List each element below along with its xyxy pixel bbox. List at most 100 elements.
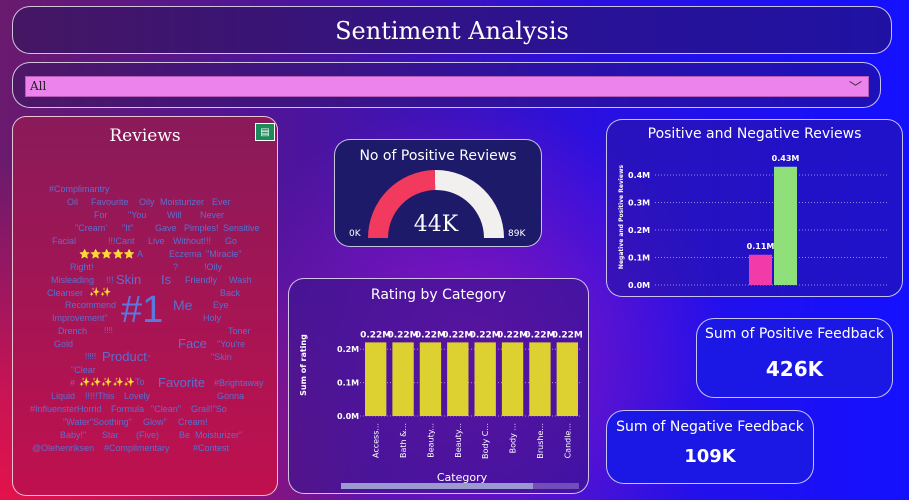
word-cloud-term[interactable]: Grail!"So (191, 404, 227, 414)
word-cloud-term[interactable]: Wash (229, 275, 252, 285)
word-cloud-term[interactable]: Product (102, 349, 147, 364)
word-cloud-term[interactable]: Formula (111, 404, 144, 414)
word-cloud-term[interactable]: Favourite (91, 197, 129, 207)
word-cloud-term[interactable]: Gold (54, 339, 73, 349)
bar[interactable] (556, 342, 578, 416)
word-cloud-term[interactable]: Improvement" (52, 313, 108, 323)
chart-scrollbar[interactable] (341, 483, 579, 489)
bar[interactable] (774, 166, 797, 285)
word-cloud-term[interactable]: !Oily (204, 262, 222, 272)
word-cloud-term[interactable]: Holy (203, 313, 221, 323)
bar[interactable] (419, 342, 442, 416)
bar[interactable] (501, 342, 524, 416)
word-cloud-term[interactable]: "Cream' (75, 223, 107, 233)
word-cloud-term[interactable]: Gonna (217, 391, 244, 401)
word-cloud-term[interactable]: Recommend (65, 300, 116, 310)
word-cloud-term[interactable]: ⭐⭐⭐⭐⭐ A (79, 249, 143, 260)
word-cloud-term[interactable]: !!!!! (85, 352, 96, 361)
word-cloud-term[interactable]: Ever (212, 197, 231, 207)
word-cloud-term[interactable]: "It" (122, 223, 133, 233)
word-cloud-term[interactable]: Be (179, 430, 190, 440)
word-cloud-term[interactable]: #1 (121, 291, 163, 329)
word-cloud-term[interactable]: Oil (67, 197, 78, 207)
filter-panel: All ﹀ (12, 62, 881, 108)
bar[interactable] (365, 342, 387, 416)
word-cloud-term[interactable]: Eczema (169, 249, 202, 259)
word-cloud-term[interactable]: Facial (52, 236, 76, 246)
word-cloud-term[interactable]: "Skin (211, 352, 232, 362)
bar-data-label: 0.43M (772, 154, 800, 163)
word-cloud-term[interactable]: Star (102, 430, 119, 440)
x-tick-label: Beauty... (426, 423, 435, 458)
chevron-down-icon[interactable]: ﹀ (849, 77, 862, 96)
word-cloud-term[interactable]: Baby!" (60, 430, 86, 440)
word-cloud-term[interactable]: ✨✨✨✨✨To (79, 377, 145, 388)
bar[interactable] (392, 342, 414, 416)
positive-feedback-title: Sum of Positive Feedback (705, 326, 884, 342)
word-cloud-term[interactable]: Glow" (143, 417, 167, 427)
word-cloud-term[interactable]: Liquid (51, 391, 75, 401)
bar[interactable] (474, 342, 496, 416)
word-cloud-term[interactable]: #Contest (193, 443, 229, 453)
word-cloud-term[interactable]: Favorite (158, 375, 205, 390)
word-cloud-term[interactable]: !!!! (104, 326, 113, 335)
word-cloud-term[interactable]: Misleading (51, 275, 94, 285)
word-cloud-term[interactable]: Right! (70, 262, 94, 272)
word-cloud-term[interactable]: For (94, 210, 108, 220)
word-cloud-term[interactable]: ? (173, 262, 178, 272)
word-cloud-term[interactable]: (Five) (136, 430, 159, 440)
word-cloud-term[interactable]: # (70, 378, 75, 388)
word-cloud-term[interactable]: Gave (155, 223, 177, 233)
word-cloud-term[interactable]: #Complimentary (104, 443, 170, 453)
word-cloud-term[interactable]: Oily (139, 197, 155, 207)
category-filter-dropdown[interactable]: All ﹀ (25, 76, 869, 97)
gauge-min-label: 0K (349, 229, 362, 239)
word-cloud-term[interactable]: Friendly (185, 275, 217, 285)
word-cloud-term[interactable]: #Brightaway (214, 378, 264, 388)
word-cloud-term[interactable]: !!!!!This (85, 391, 115, 401)
word-cloud-term[interactable]: "Clean" (151, 404, 181, 414)
word-cloud-term[interactable]: Sensitive (223, 223, 260, 233)
x-tick-label: Body ... (509, 423, 518, 453)
word-cloud-term[interactable]: Me (173, 297, 192, 313)
word-cloud-term[interactable]: "Miracle" (206, 249, 241, 259)
word-cloud-term[interactable]: Eye (213, 300, 229, 310)
reviews-title: Reviews (109, 126, 181, 146)
word-cloud-term[interactable]: Toner (228, 326, 251, 336)
word-cloud-term[interactable]: "You're (217, 339, 245, 349)
word-cloud-term[interactable]: Skin (116, 272, 141, 287)
word-cloud-term[interactable]: Go (225, 236, 237, 246)
word-cloud-term[interactable]: Lovely (124, 391, 150, 401)
word-cloud-term[interactable]: Drench (58, 326, 87, 336)
word-cloud-term[interactable]: · (147, 348, 151, 363)
word-cloud-term[interactable]: Without!!! (173, 236, 211, 246)
chart-scrollbar-thumb[interactable] (341, 483, 533, 489)
word-cloud-term[interactable]: "Clear (71, 365, 96, 375)
word-cloud-term[interactable]: Moisturizer" (195, 430, 242, 440)
word-cloud-term[interactable]: @Olehenriksen (32, 443, 94, 453)
word-cloud-term[interactable]: #InfluensterHorrid (30, 404, 102, 414)
word-cloud-term[interactable]: Moisturizer (160, 197, 204, 207)
word-cloud-term[interactable]: !!! (106, 275, 114, 285)
word-cloud-term[interactable]: Face (178, 336, 207, 351)
word-cloud-term[interactable]: "You (128, 210, 146, 220)
comment-icon[interactable]: ▤ (255, 123, 275, 141)
word-cloud-term[interactable]: Never (200, 210, 224, 220)
word-cloud-term[interactable]: Live (148, 236, 165, 246)
word-cloud-term[interactable]: ✨✨ (89, 287, 111, 298)
posneg-bar-chart: 0.0M 0.1M 0.2M 0.3M 0.4M 0.11M 0.43M Negative a… (618, 154, 889, 290)
word-cloud-term[interactable]: Cleanser (47, 288, 83, 298)
y-tick-label: 0.2M (628, 226, 650, 235)
word-cloud-term[interactable]: Pimples! (184, 223, 219, 233)
word-cloud-term[interactable]: Back (220, 288, 240, 298)
bar[interactable] (529, 342, 551, 416)
word-cloud-term[interactable]: Is (161, 272, 171, 287)
bar[interactable] (447, 342, 469, 416)
word-cloud-term[interactable]: Will (167, 210, 182, 220)
word-cloud-term[interactable]: Cream! (178, 417, 208, 427)
bar[interactable] (749, 254, 772, 285)
y-tick-label: 0.0M (628, 281, 650, 290)
word-cloud-term[interactable]: !!!Cant (108, 236, 135, 246)
word-cloud-term[interactable]: #Complimantry (49, 184, 110, 194)
word-cloud-term[interactable]: "Water"Soothing" (63, 417, 132, 427)
